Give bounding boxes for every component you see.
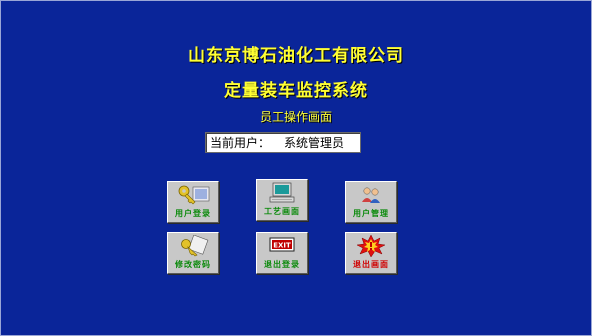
change-password-button-label: 修改密码: [175, 259, 211, 269]
login-button[interactable]: 用户登录: [167, 181, 219, 223]
current-user-value: 系统管理员: [284, 136, 345, 150]
exit-screen-button-label: 退出画面: [353, 259, 389, 269]
logout-button-label: 退出登录: [264, 259, 300, 269]
company-title: 山东京博石油化工有限公司: [188, 46, 404, 66]
svg-text:EXIT: EXIT: [273, 242, 291, 250]
login-button-label: 用户登录: [175, 208, 211, 218]
exit-sign-icon: EXIT: [269, 237, 295, 252]
current-user-label: 当前用户：: [210, 136, 271, 150]
key-user-icon: [178, 185, 210, 205]
process-screen-button[interactable]: 工艺画面: [256, 179, 308, 221]
process-screen-button-label: 工艺画面: [264, 206, 300, 216]
password-key-icon: [181, 235, 209, 257]
user-management-button-label: 用户管理: [353, 208, 389, 218]
main-window: 山东京博石油化工有限公司 定量装车监控系统 员工操作画面 当前用户： 系统管理员…: [0, 0, 592, 336]
system-title: 定量装车监控系统: [224, 81, 368, 101]
user-management-button[interactable]: 用户管理: [345, 181, 397, 223]
users-icon: [362, 187, 380, 203]
screen-title: 员工操作画面: [259, 110, 332, 124]
current-user-field: 当前用户： 系统管理员: [205, 132, 361, 153]
change-password-button[interactable]: 修改密码: [167, 232, 219, 274]
logout-button[interactable]: EXIT 退出登录: [256, 232, 308, 274]
computer-icon: [269, 182, 295, 203]
exit-screen-button[interactable]: 退出画面: [345, 232, 397, 274]
alert-burst-icon: [356, 235, 386, 257]
